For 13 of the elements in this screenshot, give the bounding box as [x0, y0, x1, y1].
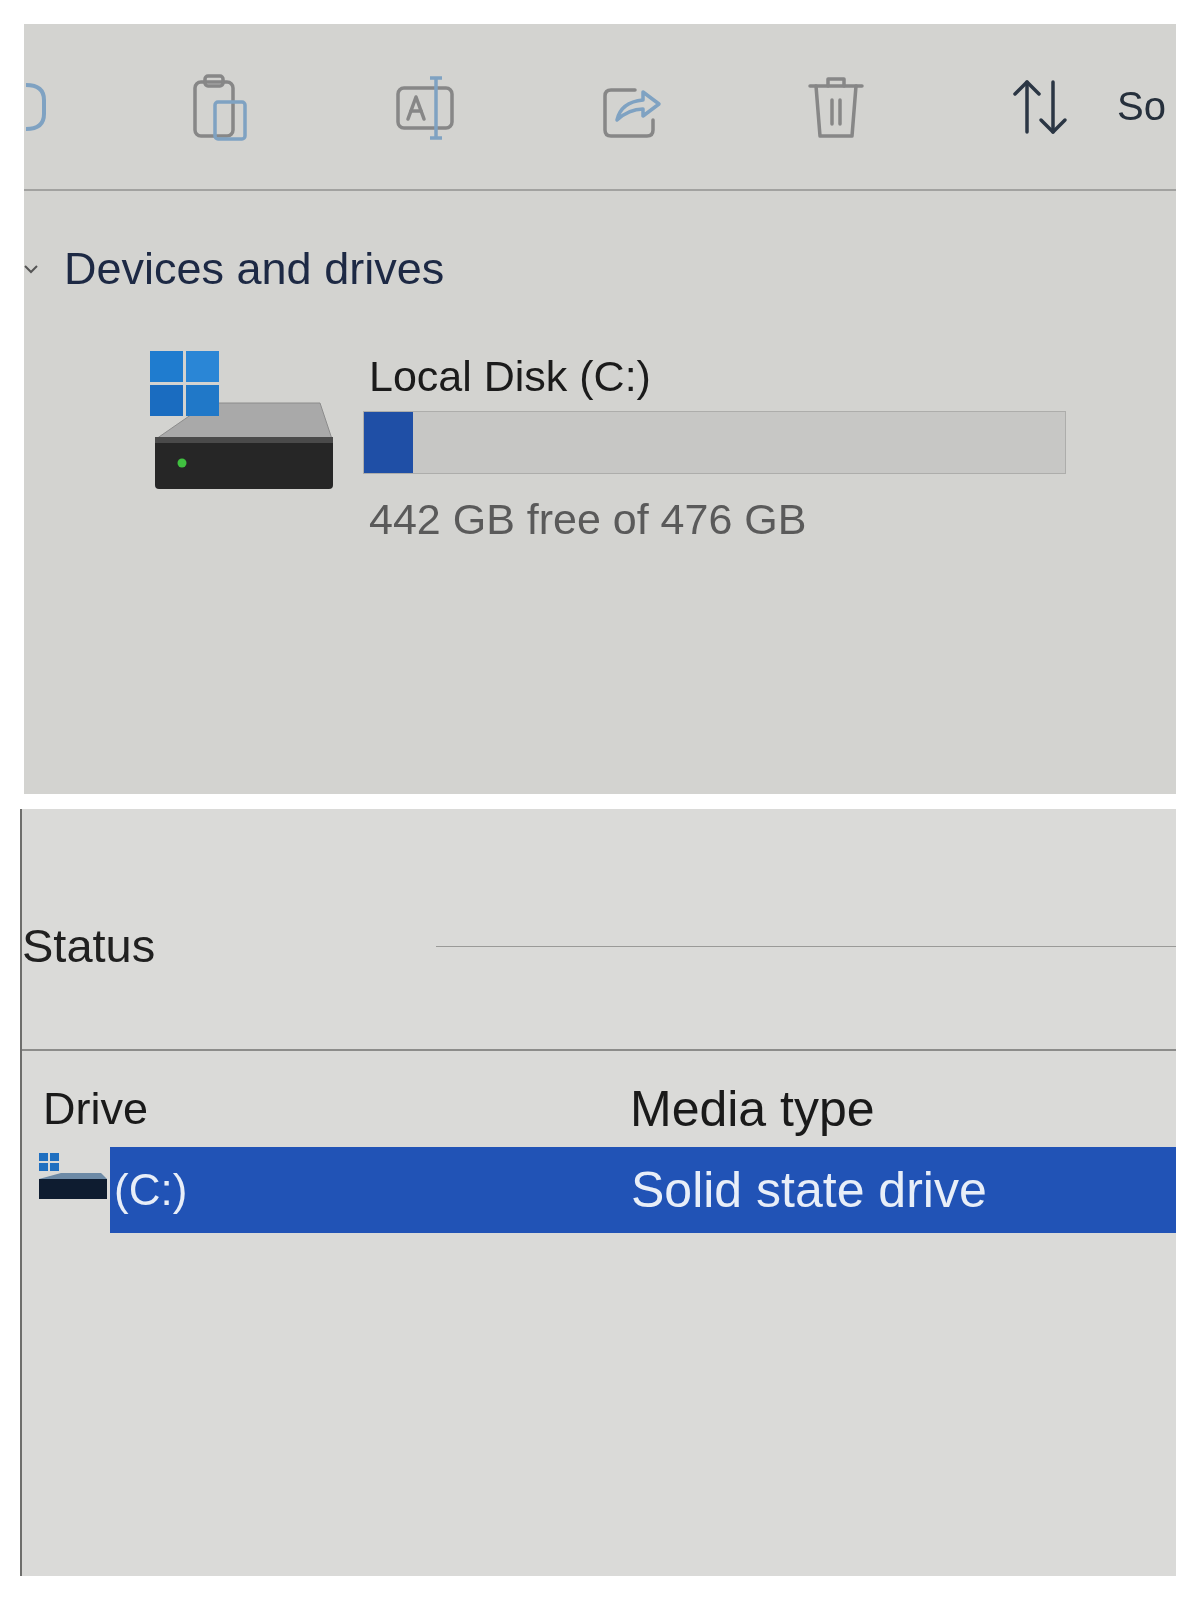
drive-icon[interactable]	[150, 351, 335, 491]
status-label: Status	[22, 921, 156, 971]
column-header[interactable]: Drive	[43, 1081, 148, 1137]
arc-icon	[24, 81, 48, 132]
sort-button[interactable]: So	[1009, 71, 1166, 142]
table-cell-text: (C:)	[113, 1164, 188, 1216]
column-header[interactable]: Media type	[630, 1081, 875, 1137]
drive-icon	[39, 1153, 107, 1201]
table-row[interactable]: (C:) Solid state drive	[110, 1147, 1176, 1233]
free-space-text: 442 GB free of 476 GB	[369, 496, 807, 542]
table-cell-text: Solid state drive	[630, 1161, 987, 1220]
drive-name[interactable]: Local Disk (C:)	[369, 351, 651, 401]
section-header[interactable]: Devices and drives	[24, 243, 445, 295]
